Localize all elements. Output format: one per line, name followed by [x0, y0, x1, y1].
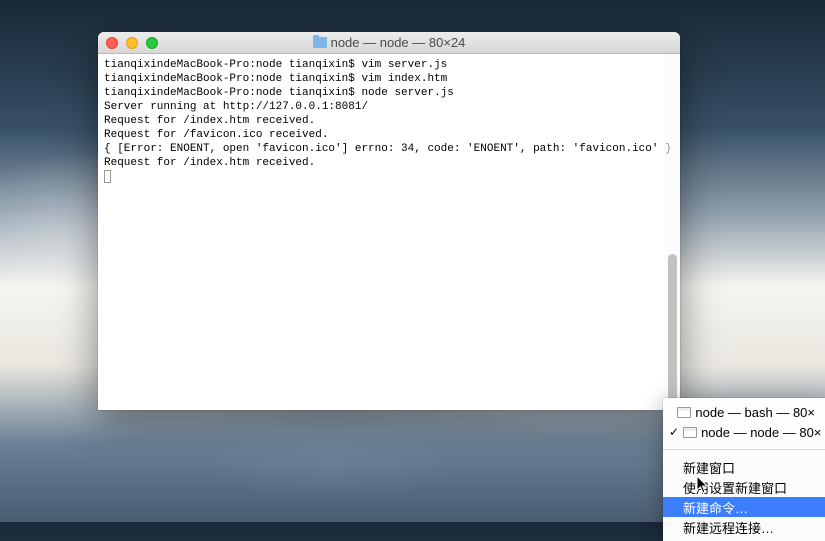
context-menu-item-label: 新建远程连接…	[683, 518, 774, 537]
context-menu-item-label: 新建命令…	[683, 498, 748, 517]
context-menu-item-label: node — node — 80×	[701, 425, 821, 440]
traffic-lights	[98, 37, 158, 49]
terminal-output[interactable]: tianqixindeMacBook-Pro:node tianqixin$ v…	[98, 54, 680, 410]
window-icon	[683, 427, 697, 438]
context-menu-item[interactable]: 新建窗口	[663, 457, 825, 477]
close-button[interactable]	[106, 37, 118, 49]
context-menu-window-list: node — bash — 80× ✓ node — node — 80×	[663, 398, 825, 446]
terminal-window: node — node — 80×24 tianqixindeMacBook-P…	[98, 32, 680, 410]
zoom-button[interactable]	[146, 37, 158, 49]
context-menu-item[interactable]: 新建远程连接…	[663, 517, 825, 537]
scrollbar-thumb[interactable]	[668, 254, 677, 410]
window-title: node — node — 80×24	[98, 35, 680, 50]
context-menu-separator	[663, 449, 825, 450]
checkmark-icon: ✓	[669, 425, 679, 439]
terminal-cursor	[104, 170, 111, 183]
context-menu-window-item[interactable]: ✓ node — node — 80×	[663, 422, 825, 442]
minimize-button[interactable]	[126, 37, 138, 49]
scrollbar-track[interactable]	[665, 54, 680, 410]
context-menu-item[interactable]: 新建命令…	[663, 497, 825, 517]
context-menu-item[interactable]: 使用设置新建窗口	[663, 477, 825, 497]
window-titlebar[interactable]: node — node — 80×24	[98, 32, 680, 54]
window-icon	[677, 407, 691, 418]
folder-icon	[313, 37, 327, 48]
context-menu-actions: 新建窗口使用设置新建窗口新建命令…新建远程连接…	[663, 453, 825, 541]
dock-context-menu: node — bash — 80× ✓ node — node — 80× 新建窗口…	[663, 398, 825, 541]
context-menu-window-item[interactable]: node — bash — 80×	[663, 402, 825, 422]
context-menu-item-label: 使用设置新建窗口	[683, 478, 787, 497]
context-menu-item-label: node — bash — 80×	[695, 405, 815, 420]
window-title-text: node — node — 80×24	[331, 35, 466, 50]
context-menu-item-label: 新建窗口	[683, 458, 735, 477]
